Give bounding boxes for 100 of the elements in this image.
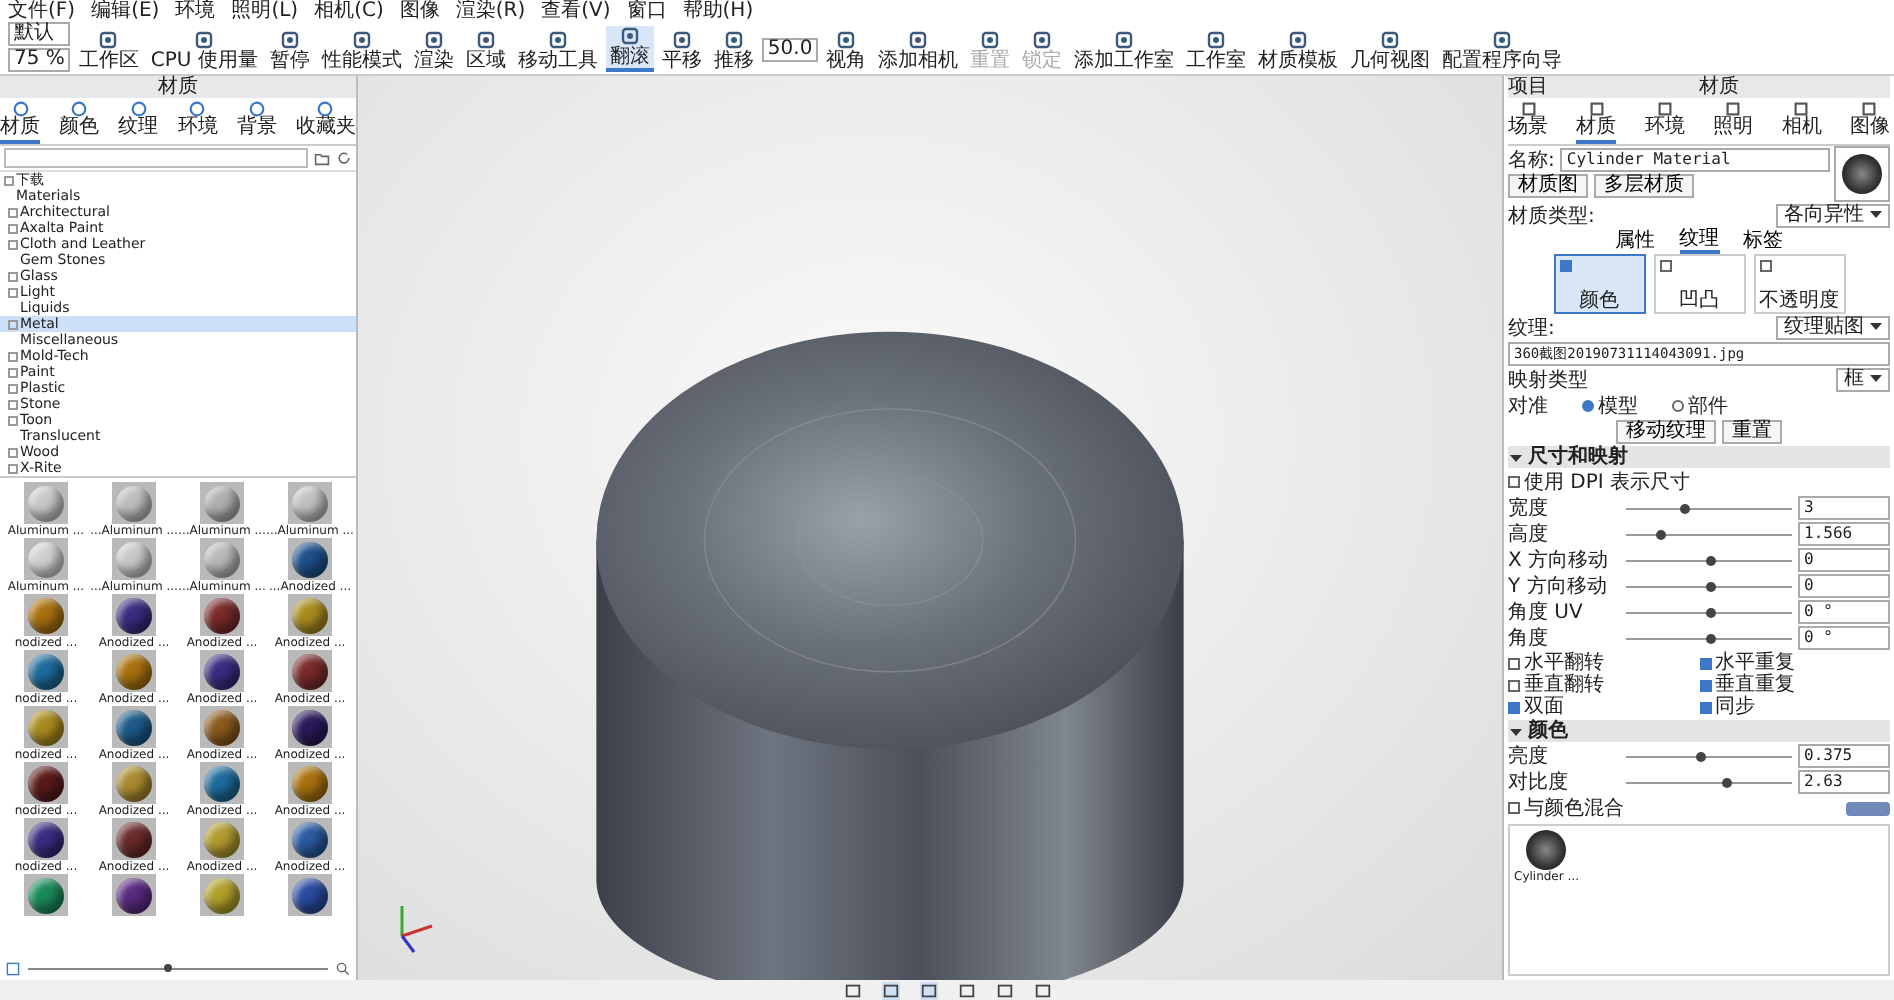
view-mode-icon[interactable] xyxy=(843,981,861,999)
slider-thumb[interactable] xyxy=(1705,607,1715,617)
toolbar-button[interactable]: 移动工具 xyxy=(513,30,602,72)
material-thumbnail[interactable] xyxy=(288,650,332,692)
menu-item[interactable]: 照明(L) xyxy=(231,0,299,24)
toolbar-button[interactable]: 添加相机 xyxy=(874,30,963,72)
value-field[interactable]: 1.566 xyxy=(1798,522,1890,546)
toolbar-button[interactable]: 工作室 xyxy=(1182,30,1251,72)
project-tab[interactable]: 场景 xyxy=(1508,98,1548,144)
library-tab[interactable]: 环境 xyxy=(177,98,218,144)
toolbar-button[interactable]: 暂停 xyxy=(265,30,314,72)
radio-option[interactable]: 模型 xyxy=(1582,395,1638,417)
material-thumbnail[interactable] xyxy=(288,482,332,524)
material-thumbnail[interactable] xyxy=(112,762,156,804)
toolbar-button[interactable]: 翻滚 xyxy=(605,26,654,72)
menu-item[interactable]: 相机(C) xyxy=(314,0,384,24)
menu-item[interactable]: 图像 xyxy=(399,0,440,24)
material-thumbnail[interactable] xyxy=(200,706,244,748)
sub-tab[interactable]: 纹理 xyxy=(1679,228,1719,254)
sub-tab[interactable]: 标签 xyxy=(1743,228,1783,254)
toolbar-button[interactable]: 几何视图 xyxy=(1346,30,1435,72)
project-tab[interactable]: 相机 xyxy=(1781,98,1822,144)
toolbar-button[interactable]: 视角 xyxy=(822,30,871,72)
material-thumbnail[interactable] xyxy=(288,706,332,748)
texture-dropdown[interactable]: 纹理贴图 xyxy=(1776,316,1890,340)
toolbar-button[interactable]: 性能模式 xyxy=(317,30,406,72)
checkbox-option[interactable]: 垂直翻转 xyxy=(1508,674,1699,696)
material-thumbnail[interactable] xyxy=(200,818,244,860)
material-button[interactable]: 材质图 xyxy=(1508,174,1588,198)
sub-tab[interactable]: 属性 xyxy=(1615,228,1655,254)
slider-thumb[interactable] xyxy=(1705,555,1715,565)
menu-item[interactable]: 查看(V) xyxy=(541,0,611,24)
radio-option[interactable]: 部件 xyxy=(1672,395,1728,417)
slider-thumb[interactable] xyxy=(1655,529,1666,539)
collapse-caret-icon[interactable] xyxy=(1510,725,1522,737)
checkbox-option[interactable]: 垂直重复 xyxy=(1699,674,1890,696)
material-thumbnail[interactable] xyxy=(1526,830,1567,870)
material-thumbnail[interactable] xyxy=(288,538,332,580)
angle-field[interactable]: 50.0 xyxy=(761,37,819,61)
folder-icon[interactable] xyxy=(314,150,330,166)
material-thumbnail[interactable] xyxy=(24,650,68,692)
toolbar-dropdown[interactable]: 默认 xyxy=(8,22,71,46)
checkbox-option[interactable]: 双面 xyxy=(1508,696,1699,718)
material-thumbnail[interactable] xyxy=(288,818,332,860)
material-thumbnail[interactable] xyxy=(200,538,244,580)
texture-action-button[interactable]: 重置 xyxy=(1722,420,1782,444)
checkbox[interactable] xyxy=(1559,260,1571,272)
material-thumbnail[interactable] xyxy=(112,594,156,636)
material-button[interactable]: 多层材质 xyxy=(1594,174,1694,198)
toolbar-button[interactable]: 平移 xyxy=(657,30,706,72)
material-thumbnail[interactable] xyxy=(24,482,68,524)
toolbar-button[interactable]: 材质模板 xyxy=(1254,30,1343,72)
view-mode-icon[interactable] xyxy=(995,981,1013,999)
checkbox-option[interactable]: 使用 DPI 表示尺寸 xyxy=(1508,471,1691,493)
material-thumbnail[interactable] xyxy=(24,818,68,860)
material-thumbnail[interactable] xyxy=(200,762,244,804)
checkbox-option[interactable]: 同步 xyxy=(1699,696,1890,718)
project-tab[interactable]: 材质 xyxy=(1576,98,1617,144)
checkbox-option[interactable]: 水平重复 xyxy=(1699,652,1890,674)
checkbox-option[interactable]: 水平翻转 xyxy=(1508,652,1699,674)
material-thumbnail[interactable] xyxy=(288,874,332,916)
search-field[interactable] xyxy=(4,148,308,168)
material-thumbnail[interactable] xyxy=(200,874,244,916)
project-tab[interactable]: 图像 xyxy=(1849,98,1890,144)
library-tab[interactable]: 颜色 xyxy=(59,98,100,144)
material-thumbnail[interactable] xyxy=(112,874,156,916)
material-thumbnail[interactable] xyxy=(112,706,156,748)
collapse-caret-icon[interactable] xyxy=(1510,451,1522,463)
checkbox-option[interactable]: 与颜色混合 xyxy=(1508,797,1624,819)
texture-channel-card[interactable]: 凹凸 xyxy=(1653,254,1745,314)
color-swatch[interactable] xyxy=(1846,801,1890,815)
slider-thumb[interactable] xyxy=(1705,633,1715,643)
value-field[interactable]: 0 ° xyxy=(1798,626,1890,650)
toolbar-button[interactable]: 工作区 xyxy=(74,30,143,72)
toolbar-button[interactable]: CPU 使用量 xyxy=(146,30,262,72)
view-mode-icon[interactable] xyxy=(881,981,899,999)
material-thumbnail[interactable] xyxy=(288,762,332,804)
material-thumbnail[interactable] xyxy=(200,482,244,524)
search-icon[interactable] xyxy=(336,962,350,976)
toolbar-button[interactable]: 区域 xyxy=(461,30,510,72)
menu-item[interactable]: 编辑(E) xyxy=(91,0,160,24)
project-tab[interactable]: 照明 xyxy=(1713,98,1754,144)
mapping-dropdown[interactable]: 框 xyxy=(1836,368,1890,392)
value-field[interactable]: 2.63 xyxy=(1798,770,1890,794)
material-thumbnail[interactable] xyxy=(24,594,68,636)
material-thumbnail[interactable] xyxy=(112,650,156,692)
value-field[interactable]: 3 xyxy=(1798,496,1890,520)
view-mode-icon[interactable] xyxy=(919,981,937,999)
toolbar-button[interactable]: 推移 xyxy=(709,30,758,72)
slider-thumb[interactable] xyxy=(1680,503,1691,513)
view-mode-icon[interactable] xyxy=(957,981,975,999)
slider-thumb[interactable] xyxy=(1696,751,1707,761)
material-thumbnail[interactable] xyxy=(200,650,244,692)
material-thumbnail[interactable] xyxy=(288,594,332,636)
checkbox[interactable] xyxy=(1759,260,1771,272)
name-field[interactable]: Cylinder Material xyxy=(1560,148,1830,172)
library-tab[interactable]: 材质 xyxy=(0,98,40,144)
slider-thumb[interactable] xyxy=(1705,581,1715,591)
library-tab[interactable]: 收藏夹 xyxy=(295,98,356,144)
material-thumbnail[interactable] xyxy=(112,538,156,580)
